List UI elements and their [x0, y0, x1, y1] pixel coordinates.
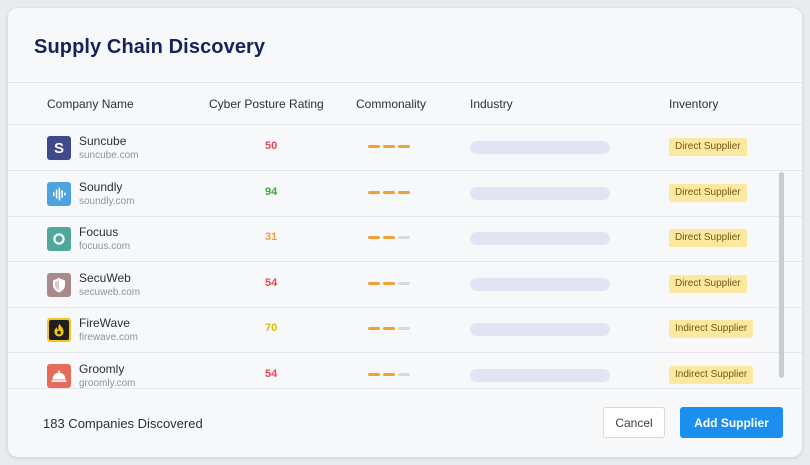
company-domain: firewave.com — [79, 332, 138, 343]
commonality-segment — [398, 373, 410, 376]
shield-icon — [47, 273, 71, 297]
cloche-icon — [47, 364, 71, 388]
commonality-indicator — [368, 236, 412, 239]
inventory-badge: Direct Supplier — [669, 138, 747, 156]
column-header-company-name: Company Name — [47, 97, 134, 111]
cyber-posture-rating: 70 — [265, 322, 278, 334]
company-name: Soundly — [79, 180, 123, 194]
table-body[interactable]: S Suncube suncube.com 50 Direct Supplier Soun… — [8, 125, 802, 388]
company-domain: focuus.com — [79, 241, 131, 252]
commonality-segment — [383, 191, 395, 194]
inventory-badge: Direct Supplier — [669, 229, 747, 247]
cancel-button[interactable]: Cancel — [603, 407, 665, 438]
commonality-segment — [398, 327, 410, 330]
table-row[interactable]: Soundly soundly.com 94 Direct Supplier — [8, 171, 802, 217]
table-header: Company Name Cyber Posture Rating Common… — [8, 83, 802, 124]
commonality-segment — [368, 191, 380, 194]
commonality-segment — [383, 145, 395, 148]
table-row[interactable]: Groomly groomly.com 54 Indirect Supplier — [8, 353, 802, 388]
commonality-segment — [368, 282, 380, 285]
company-name: Groomly — [79, 362, 125, 376]
company-domain: suncube.com — [79, 150, 139, 161]
commonality-segment — [383, 373, 395, 376]
commonality-segment — [368, 327, 380, 330]
commonality-indicator — [368, 373, 412, 376]
table-row[interactable]: SecuWeb secuweb.com 54 Direct Supplier — [8, 262, 802, 308]
commonality-segment — [398, 282, 410, 285]
commonality-segment — [368, 145, 380, 148]
industry-placeholder-bar — [470, 278, 610, 291]
sound-wave-icon — [47, 182, 71, 206]
footer-divider — [8, 388, 802, 389]
company-name: FireWave — [79, 316, 130, 330]
supply-chain-discovery-dialog: Supply Chain Discovery Company Name Cybe… — [8, 8, 802, 457]
company-domain: groomly.com — [79, 378, 136, 388]
table-row[interactable]: S Suncube suncube.com 50 Direct Supplier — [8, 125, 802, 171]
commonality-segment — [398, 145, 410, 148]
add-supplier-button[interactable]: Add Supplier — [680, 407, 783, 438]
commonality-indicator — [368, 191, 412, 194]
column-header-commonality: Commonality — [356, 97, 427, 111]
column-header-cyber-posture-rating: Cyber Posture Rating — [209, 97, 324, 111]
cyber-posture-rating: 94 — [265, 186, 278, 198]
letter-s-icon: S — [47, 136, 71, 160]
commonality-indicator — [368, 282, 412, 285]
flame-icon — [47, 318, 71, 342]
industry-placeholder-bar — [470, 323, 610, 336]
cyber-posture-rating: 54 — [265, 277, 278, 289]
industry-placeholder-bar — [470, 141, 610, 154]
table-row[interactable]: FireWave firewave.com 70 Indirect Supplier — [8, 307, 802, 353]
table-scrollbar[interactable] — [779, 172, 784, 378]
ring-icon — [47, 227, 71, 251]
cyber-posture-rating: 31 — [265, 231, 278, 243]
commonality-segment — [368, 373, 380, 376]
page-title: Supply Chain Discovery — [34, 36, 266, 58]
commonality-indicator — [368, 327, 412, 330]
cyber-posture-rating: 54 — [265, 368, 278, 380]
commonality-segment — [398, 191, 410, 194]
company-name: Suncube — [79, 134, 127, 148]
table-row[interactable]: Focuus focuus.com 31 Direct Supplier — [8, 216, 802, 262]
industry-placeholder-bar — [470, 187, 610, 200]
column-header-industry: Industry — [470, 97, 513, 111]
inventory-badge: Indirect Supplier — [669, 366, 754, 384]
company-domain: secuweb.com — [79, 287, 141, 298]
company-name: SecuWeb — [79, 271, 131, 285]
inventory-badge: Indirect Supplier — [669, 320, 754, 338]
commonality-segment — [383, 282, 395, 285]
commonality-segment — [383, 236, 395, 239]
companies-discovered-count: 183 Companies Discovered — [43, 416, 203, 431]
company-domain: soundly.com — [79, 196, 135, 207]
commonality-indicator — [368, 145, 412, 148]
commonality-segment — [383, 327, 395, 330]
commonality-segment — [398, 236, 410, 239]
svg-text:S: S — [54, 140, 64, 157]
column-header-inventory: Inventory — [669, 97, 719, 111]
industry-placeholder-bar — [470, 369, 610, 382]
industry-placeholder-bar — [470, 232, 610, 245]
inventory-badge: Direct Supplier — [669, 184, 747, 202]
company-name: Focuus — [79, 225, 119, 239]
cyber-posture-rating: 50 — [265, 140, 278, 152]
inventory-badge: Direct Supplier — [669, 275, 747, 293]
commonality-segment — [368, 236, 380, 239]
